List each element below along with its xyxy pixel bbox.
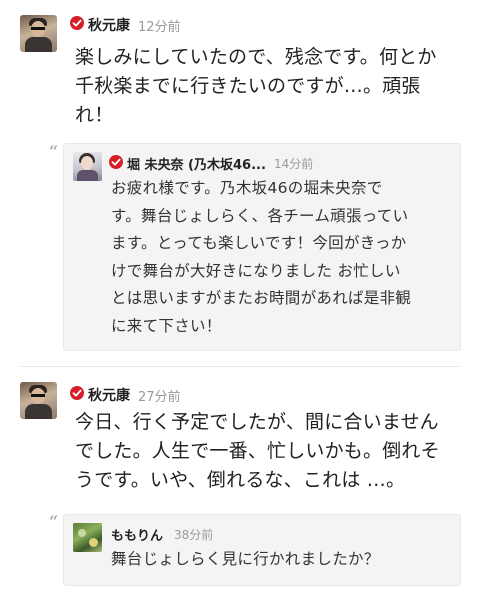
reply-text: お疲れ様です。乃木坂46の堀未央奈で す。舞台じょしらく、各チーム頑張ってい ま… bbox=[111, 179, 412, 335]
reply-author-name[interactable]: ももりん bbox=[111, 525, 163, 544]
quote-icon: “ bbox=[49, 142, 59, 161]
reply-avatar[interactable] bbox=[73, 152, 102, 181]
reply-text: 舞台じょしらく見に行かれましたか？ bbox=[111, 550, 380, 568]
reply-avatar[interactable] bbox=[73, 523, 102, 552]
verified-badge-icon bbox=[109, 155, 123, 169]
comment-text: 今日、行く予定でしたが、間に合いません でした。人生で一番、忙しいかも。倒れそ … bbox=[75, 411, 440, 491]
divider bbox=[20, 366, 460, 367]
verified-badge-icon bbox=[70, 16, 84, 30]
reply-timestamp: 38分前 bbox=[174, 528, 214, 542]
quote-icon: “ bbox=[49, 512, 59, 531]
reply-timestamp: 14分前 bbox=[274, 157, 314, 171]
comment-post: 秋元康 27分前 今日、行く予定でしたが、間に合いません でした。人生で一番、忙… bbox=[0, 380, 480, 593]
author-name[interactable]: 秋元康 bbox=[88, 15, 130, 35]
comment-post: 秋元康 12分前 楽しみにしていたので、残念です。何とか 千秋楽までに行きたいの… bbox=[0, 0, 480, 360]
timestamp: 27分前 bbox=[138, 390, 181, 405]
author-name[interactable]: 秋元康 bbox=[88, 385, 130, 405]
comment-text: 楽しみにしていたので、残念です。何とか 千秋楽までに行きたいのですが…。頑張 れ… bbox=[75, 46, 437, 126]
timestamp: 12分前 bbox=[138, 20, 181, 35]
reply-author-name[interactable]: 堀 未央奈 (乃木坂46... bbox=[127, 154, 266, 173]
reply-box: 堀 未央奈 (乃木坂46... 14分前 お疲れ様です。乃木坂46の堀未央奈で … bbox=[63, 143, 461, 351]
avatar[interactable] bbox=[20, 382, 57, 419]
avatar[interactable] bbox=[20, 15, 57, 52]
reply-box: ももりん 38分前 舞台じょしらく見に行かれましたか？ bbox=[63, 514, 461, 586]
verified-badge-icon bbox=[70, 386, 84, 400]
